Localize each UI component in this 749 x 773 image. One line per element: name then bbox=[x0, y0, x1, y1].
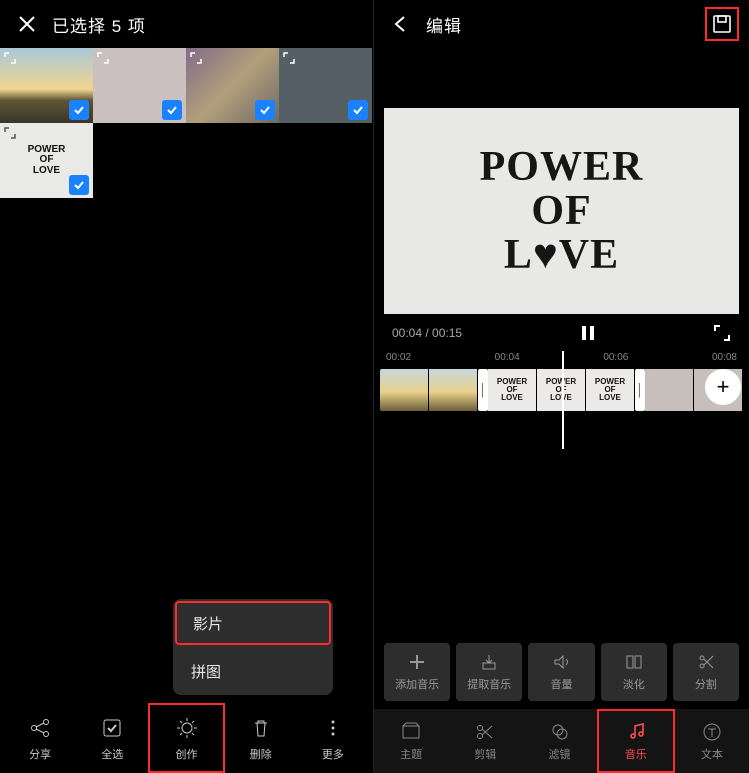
playhead[interactable] bbox=[562, 351, 564, 449]
add-clip-button[interactable]: + bbox=[705, 369, 741, 405]
selection-pane: 已选择 5 项 POWER OF LOVE 影片 bbox=[0, 0, 374, 773]
media-grid: POWER OF LOVE bbox=[0, 48, 373, 198]
left-bottom-bar: 分享 全选 创作 删除 更多 bbox=[0, 703, 373, 773]
theme-icon bbox=[400, 721, 422, 743]
share-button[interactable]: 分享 bbox=[4, 703, 76, 773]
tab-text[interactable]: 文本 bbox=[675, 709, 749, 773]
time-current: 00:04 bbox=[392, 326, 422, 340]
timeline[interactable]: │ POWEROFLOVE POWEROFLOVE POWEROFLOVE │ … bbox=[374, 367, 749, 413]
tab-filter[interactable]: 滤镜 bbox=[522, 709, 596, 773]
plus-icon bbox=[407, 652, 427, 672]
media-thumb[interactable]: POWER OF LOVE bbox=[0, 123, 93, 198]
clip-handle-left[interactable]: │ bbox=[478, 369, 488, 411]
back-icon[interactable] bbox=[384, 7, 418, 41]
scissors-icon bbox=[696, 652, 716, 672]
trash-icon bbox=[249, 714, 273, 742]
tab-music[interactable]: 音乐 bbox=[597, 709, 675, 773]
music-tools: 添加音乐 提取音乐 音量 淡化 分割 bbox=[374, 643, 749, 701]
tool-extract-music[interactable]: 提取音乐 bbox=[456, 643, 522, 701]
tab-cut[interactable]: 剪辑 bbox=[448, 709, 522, 773]
more-icon bbox=[321, 714, 345, 742]
expand-icon bbox=[189, 51, 203, 65]
preview-text: POWER OF L♥VE bbox=[480, 145, 644, 277]
more-button[interactable]: 更多 bbox=[297, 703, 369, 773]
video-preview[interactable]: POWER OF L♥VE bbox=[384, 108, 739, 314]
fullscreen-button[interactable] bbox=[713, 324, 731, 342]
editor-tabbar: 主题 剪辑 滤镜 音乐 文本 bbox=[374, 709, 749, 773]
tool-split[interactable]: 分割 bbox=[673, 643, 739, 701]
check-icon[interactable] bbox=[69, 100, 89, 120]
clip-handle-right[interactable]: │ bbox=[635, 369, 645, 411]
editor-pane: 编辑 POWER OF L♥VE 00:04 / 00:15 00:02 00:… bbox=[374, 0, 749, 773]
music-icon bbox=[625, 721, 647, 743]
left-header: 已选择 5 项 bbox=[0, 0, 373, 48]
player-controls: 00:04 / 00:15 bbox=[374, 314, 749, 352]
tool-volume[interactable]: 音量 bbox=[528, 643, 594, 701]
media-thumb[interactable] bbox=[186, 48, 279, 123]
plus-icon: + bbox=[717, 374, 730, 400]
create-popup: 影片 拼图 bbox=[173, 599, 333, 695]
expand-icon bbox=[3, 51, 17, 65]
media-thumb[interactable] bbox=[93, 48, 186, 123]
create-button[interactable]: 创作 bbox=[148, 703, 224, 773]
pause-icon bbox=[579, 324, 597, 342]
volume-icon bbox=[552, 652, 572, 672]
fullscreen-icon bbox=[713, 324, 731, 342]
editor-title: 编辑 bbox=[426, 12, 462, 37]
filter-icon bbox=[549, 721, 571, 743]
expand-icon bbox=[96, 51, 110, 65]
close-icon[interactable] bbox=[10, 7, 44, 41]
tool-add-music[interactable]: 添加音乐 bbox=[384, 643, 450, 701]
selectall-button[interactable]: 全选 bbox=[76, 703, 148, 773]
save-button[interactable] bbox=[705, 7, 739, 41]
text-icon bbox=[701, 721, 723, 743]
extract-icon bbox=[479, 652, 499, 672]
save-icon bbox=[711, 13, 733, 35]
check-icon[interactable] bbox=[162, 100, 182, 120]
time-total: 00:15 bbox=[432, 326, 462, 340]
check-icon[interactable] bbox=[348, 100, 368, 120]
delete-button[interactable]: 删除 bbox=[225, 703, 297, 773]
pause-button[interactable] bbox=[579, 324, 597, 342]
tool-fade[interactable]: 淡化 bbox=[601, 643, 667, 701]
scissors-icon bbox=[474, 721, 496, 743]
share-icon bbox=[28, 714, 52, 742]
right-header: 编辑 bbox=[374, 0, 749, 48]
popup-movie[interactable]: 影片 bbox=[175, 601, 331, 645]
bulb-icon bbox=[175, 714, 199, 742]
popup-collage[interactable]: 拼图 bbox=[173, 647, 333, 695]
media-thumb[interactable] bbox=[279, 48, 372, 123]
media-thumb[interactable] bbox=[0, 48, 93, 123]
check-icon[interactable] bbox=[69, 175, 89, 195]
expand-icon bbox=[282, 51, 296, 65]
selection-title: 已选择 5 项 bbox=[52, 12, 146, 37]
fade-icon bbox=[624, 652, 644, 672]
tab-theme[interactable]: 主题 bbox=[374, 709, 448, 773]
expand-icon bbox=[3, 126, 17, 140]
check-icon[interactable] bbox=[255, 100, 275, 120]
selectall-icon bbox=[100, 714, 124, 742]
